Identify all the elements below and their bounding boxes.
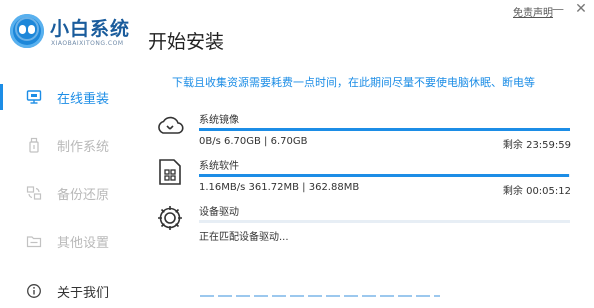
task-remaining: 剩余 23:59:59 <box>502 140 571 151</box>
minimize-button[interactable]: — <box>551 3 565 16</box>
close-button[interactable]: ✕ <box>574 2 588 16</box>
progress-fill <box>199 174 569 177</box>
brand-name: 小白系统 <box>50 18 131 40</box>
sidebar-item-make-system[interactable]: 制作系统 <box>0 128 140 162</box>
sidebar-item-label: 其他设置 <box>57 236 110 251</box>
driver-gear-icon <box>158 206 182 230</box>
task-status: 正在匹配设备驱动... <box>199 232 289 243</box>
brand-logo: 小白系统 XIAOBAIXITONG.COM <box>10 10 140 52</box>
installer-window: 小白系统 XIAOBAIXITONG.COM 开始安装 免责声明 — ✕ 在线重… <box>0 0 594 301</box>
task-size: 0B/s 6.70GB | 6.70GB <box>199 136 308 147</box>
settings-folder-icon <box>26 236 42 248</box>
task-name: 系统镜像 <box>199 115 239 126</box>
sidebar-item-backup-restore[interactable]: 备份还原 <box>0 176 140 210</box>
disclaimer-link[interactable]: 免责声明 <box>513 4 553 19</box>
sidebar-item-about-us[interactable]: 关于我们 <box>0 274 140 308</box>
cloud-download-icon <box>158 116 184 134</box>
sidebar-item-label: 在线重装 <box>57 92 110 107</box>
info-circle-icon <box>27 284 41 298</box>
sidebar: 在线重装 制作系统 备份还原 其他设置 关于我们 <box>0 68 140 301</box>
sidebar-item-label: 备份还原 <box>57 188 110 203</box>
progress-bar <box>199 128 570 131</box>
progress-bar <box>199 220 570 223</box>
monitor-icon <box>26 90 42 104</box>
task-remaining: 剩余 00:05:12 <box>502 186 571 197</box>
active-indicator <box>0 84 3 110</box>
backup-restore-icon <box>26 186 42 200</box>
mascot-logo-icon <box>10 14 44 48</box>
download-notice: 下载且收集资源需要耗费一点时间，在此期间尽量不要使电脑休眠、断电等 <box>172 76 535 89</box>
sidebar-item-online-reinstall[interactable]: 在线重装 <box>0 80 140 114</box>
usb-drive-icon <box>29 137 39 153</box>
progress-fill <box>199 128 570 131</box>
page-title: 开始安装 <box>148 31 225 53</box>
task-device-driver: 设备驱动 正在匹配设备驱动... <box>155 203 575 249</box>
footer-hint-cropped <box>200 292 440 298</box>
sidebar-item-other-settings[interactable]: 其他设置 <box>0 224 140 258</box>
task-system-image: 系统镜像 0B/s 6.70GB | 6.70GB 剩余 23:59:59 <box>155 111 575 157</box>
sidebar-item-label: 关于我们 <box>57 286 110 301</box>
task-system-software: 系统软件 1.16MB/s 361.72MB | 362.88MB 剩余 00:… <box>155 157 575 203</box>
task-name: 设备驱动 <box>199 207 239 218</box>
progress-bar <box>199 174 570 177</box>
brand-url: XIAOBAIXITONG.COM <box>51 40 124 47</box>
task-size: 1.16MB/s 361.72MB | 362.88MB <box>199 182 360 193</box>
task-name: 系统软件 <box>199 161 239 172</box>
software-package-icon <box>159 159 181 185</box>
sidebar-item-label: 制作系统 <box>57 140 110 155</box>
